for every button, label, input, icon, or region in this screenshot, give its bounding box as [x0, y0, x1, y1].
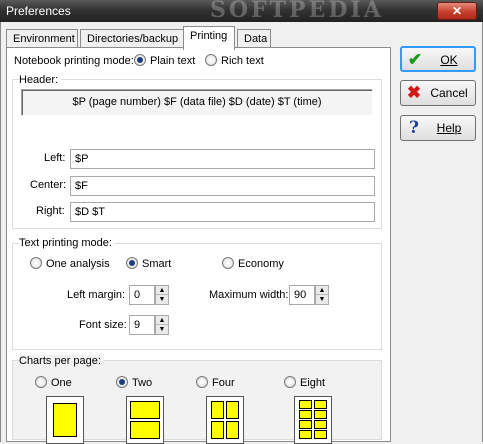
spin-up-icon[interactable]: ▲ [156, 316, 168, 325]
window-title: Preferences [6, 4, 71, 18]
radio-empty-icon [205, 54, 217, 67]
radio-label: One [51, 377, 72, 389]
radio-plain-text[interactable]: Plain text [134, 54, 196, 67]
chart-cell [299, 400, 312, 409]
tab-label: Data [244, 33, 268, 45]
ok-button[interactable]: ✔ OK [400, 46, 476, 72]
chart-cell [314, 430, 327, 439]
chart-cell [314, 410, 327, 419]
chart-cell [211, 421, 224, 439]
left-label: Left: [44, 152, 66, 164]
tab-environment[interactable]: Environment [6, 29, 78, 49]
chart-cell [130, 401, 160, 419]
one-chart-layout-icon [46, 396, 84, 444]
title-bar: Preferences SOFTPEDIA ✕ [0, 0, 483, 22]
font-size-label: Font size: [79, 319, 127, 331]
radio-one-analysis[interactable]: One analysis [30, 257, 110, 270]
chart-cell [314, 420, 327, 429]
two-chart-layout-icon [126, 396, 164, 444]
left-header-input[interactable]: $P [70, 149, 375, 169]
radio-empty-icon [35, 376, 47, 389]
tab-data[interactable]: Data [237, 29, 271, 49]
help-label: Help [436, 121, 462, 135]
radio-charts-eight[interactable]: Eight [284, 376, 326, 389]
cancel-button[interactable]: ✖ Cancel [400, 80, 476, 106]
spin-down-icon[interactable]: ▼ [316, 295, 328, 304]
radio-smart[interactable]: Smart [126, 257, 172, 270]
radio-label: Eight [300, 377, 326, 389]
center-label: Center: [30, 179, 67, 191]
left-margin-value[interactable]: 0 [129, 285, 155, 305]
close-icon: ✕ [451, 4, 463, 18]
spin-down-icon[interactable]: ▼ [156, 295, 168, 304]
radio-selected-icon [116, 376, 128, 389]
cancel-label: Cancel [430, 86, 468, 100]
tab-printing[interactable]: Printing [183, 26, 235, 50]
radio-empty-icon [30, 257, 42, 270]
max-width-label: Maximum width: [209, 289, 289, 301]
radio-charts-one[interactable]: One [35, 376, 72, 389]
printing-panel: Notebook printing mode: Plain text Rich … [6, 47, 391, 444]
tab-directories-backup[interactable]: Directories/backup [80, 29, 184, 49]
spin-up-icon[interactable]: ▲ [156, 286, 168, 295]
radio-charts-two[interactable]: Two [116, 376, 153, 389]
cross-icon: ✖ [406, 83, 422, 102]
tab-label: Environment [13, 33, 75, 45]
notebook-mode-label: Notebook printing mode: [14, 55, 134, 67]
radio-selected-icon [134, 54, 146, 67]
left-margin-label: Left margin: [67, 289, 126, 301]
radio-charts-four[interactable]: Four [196, 376, 235, 389]
chart-cell [299, 430, 312, 439]
ok-label: OK [440, 53, 458, 67]
right-label: Right: [36, 205, 65, 217]
radio-label: Two [132, 377, 153, 389]
checkmark-icon: ✔ [407, 50, 423, 69]
chart-cell [130, 421, 160, 439]
radio-label: Economy [238, 258, 284, 270]
four-chart-layout-icon [206, 396, 244, 444]
radio-label: Four [212, 377, 235, 389]
radio-label: One analysis [46, 258, 110, 270]
header-codes-box: $P (page number) $F (data file) $D (date… [21, 89, 373, 116]
tab-label: Directories/backup [87, 33, 179, 45]
max-width-value[interactable]: 90 [289, 285, 315, 305]
chart-cell [211, 401, 224, 419]
right-header-input[interactable]: $D $T [70, 202, 375, 222]
text-mode-group-label: Text printing mode: [19, 237, 115, 249]
close-button[interactable]: ✕ [437, 2, 477, 20]
radio-rich-text[interactable]: Rich text [205, 54, 264, 67]
chart-cell [226, 401, 239, 419]
tab-label: Printing [190, 30, 228, 42]
chart-cell [226, 421, 239, 439]
center-header-input[interactable]: $F [70, 176, 375, 196]
softpedia-watermark: SOFTPEDIA [210, 0, 384, 23]
radio-selected-icon [126, 257, 138, 270]
spin-down-icon[interactable]: ▼ [156, 325, 168, 334]
question-icon: ? [409, 118, 419, 138]
radio-label: Rich text [221, 55, 264, 67]
chart-cell [53, 403, 77, 437]
font-size-value[interactable]: 9 [129, 315, 155, 335]
eight-chart-layout-icon [294, 396, 332, 444]
chart-cell [299, 410, 312, 419]
header-codes: $P (page number) $F (data file) $D (date… [72, 96, 322, 108]
radio-empty-icon [196, 376, 208, 389]
dialog-body: Environment Directories/backup Printing … [0, 22, 483, 444]
radio-label: Smart [142, 258, 172, 270]
header-group-label: Header: [19, 74, 62, 86]
spin-up-icon[interactable]: ▲ [316, 286, 328, 295]
help-button[interactable]: ? Help [400, 115, 476, 141]
radio-empty-icon [222, 257, 234, 270]
chart-cell [314, 400, 327, 409]
radio-empty-icon [284, 376, 296, 389]
chart-cell [299, 420, 312, 429]
radio-label: Plain text [150, 55, 196, 67]
radio-economy[interactable]: Economy [222, 257, 284, 270]
charts-per-page-group-label: Charts per page: [19, 355, 104, 367]
